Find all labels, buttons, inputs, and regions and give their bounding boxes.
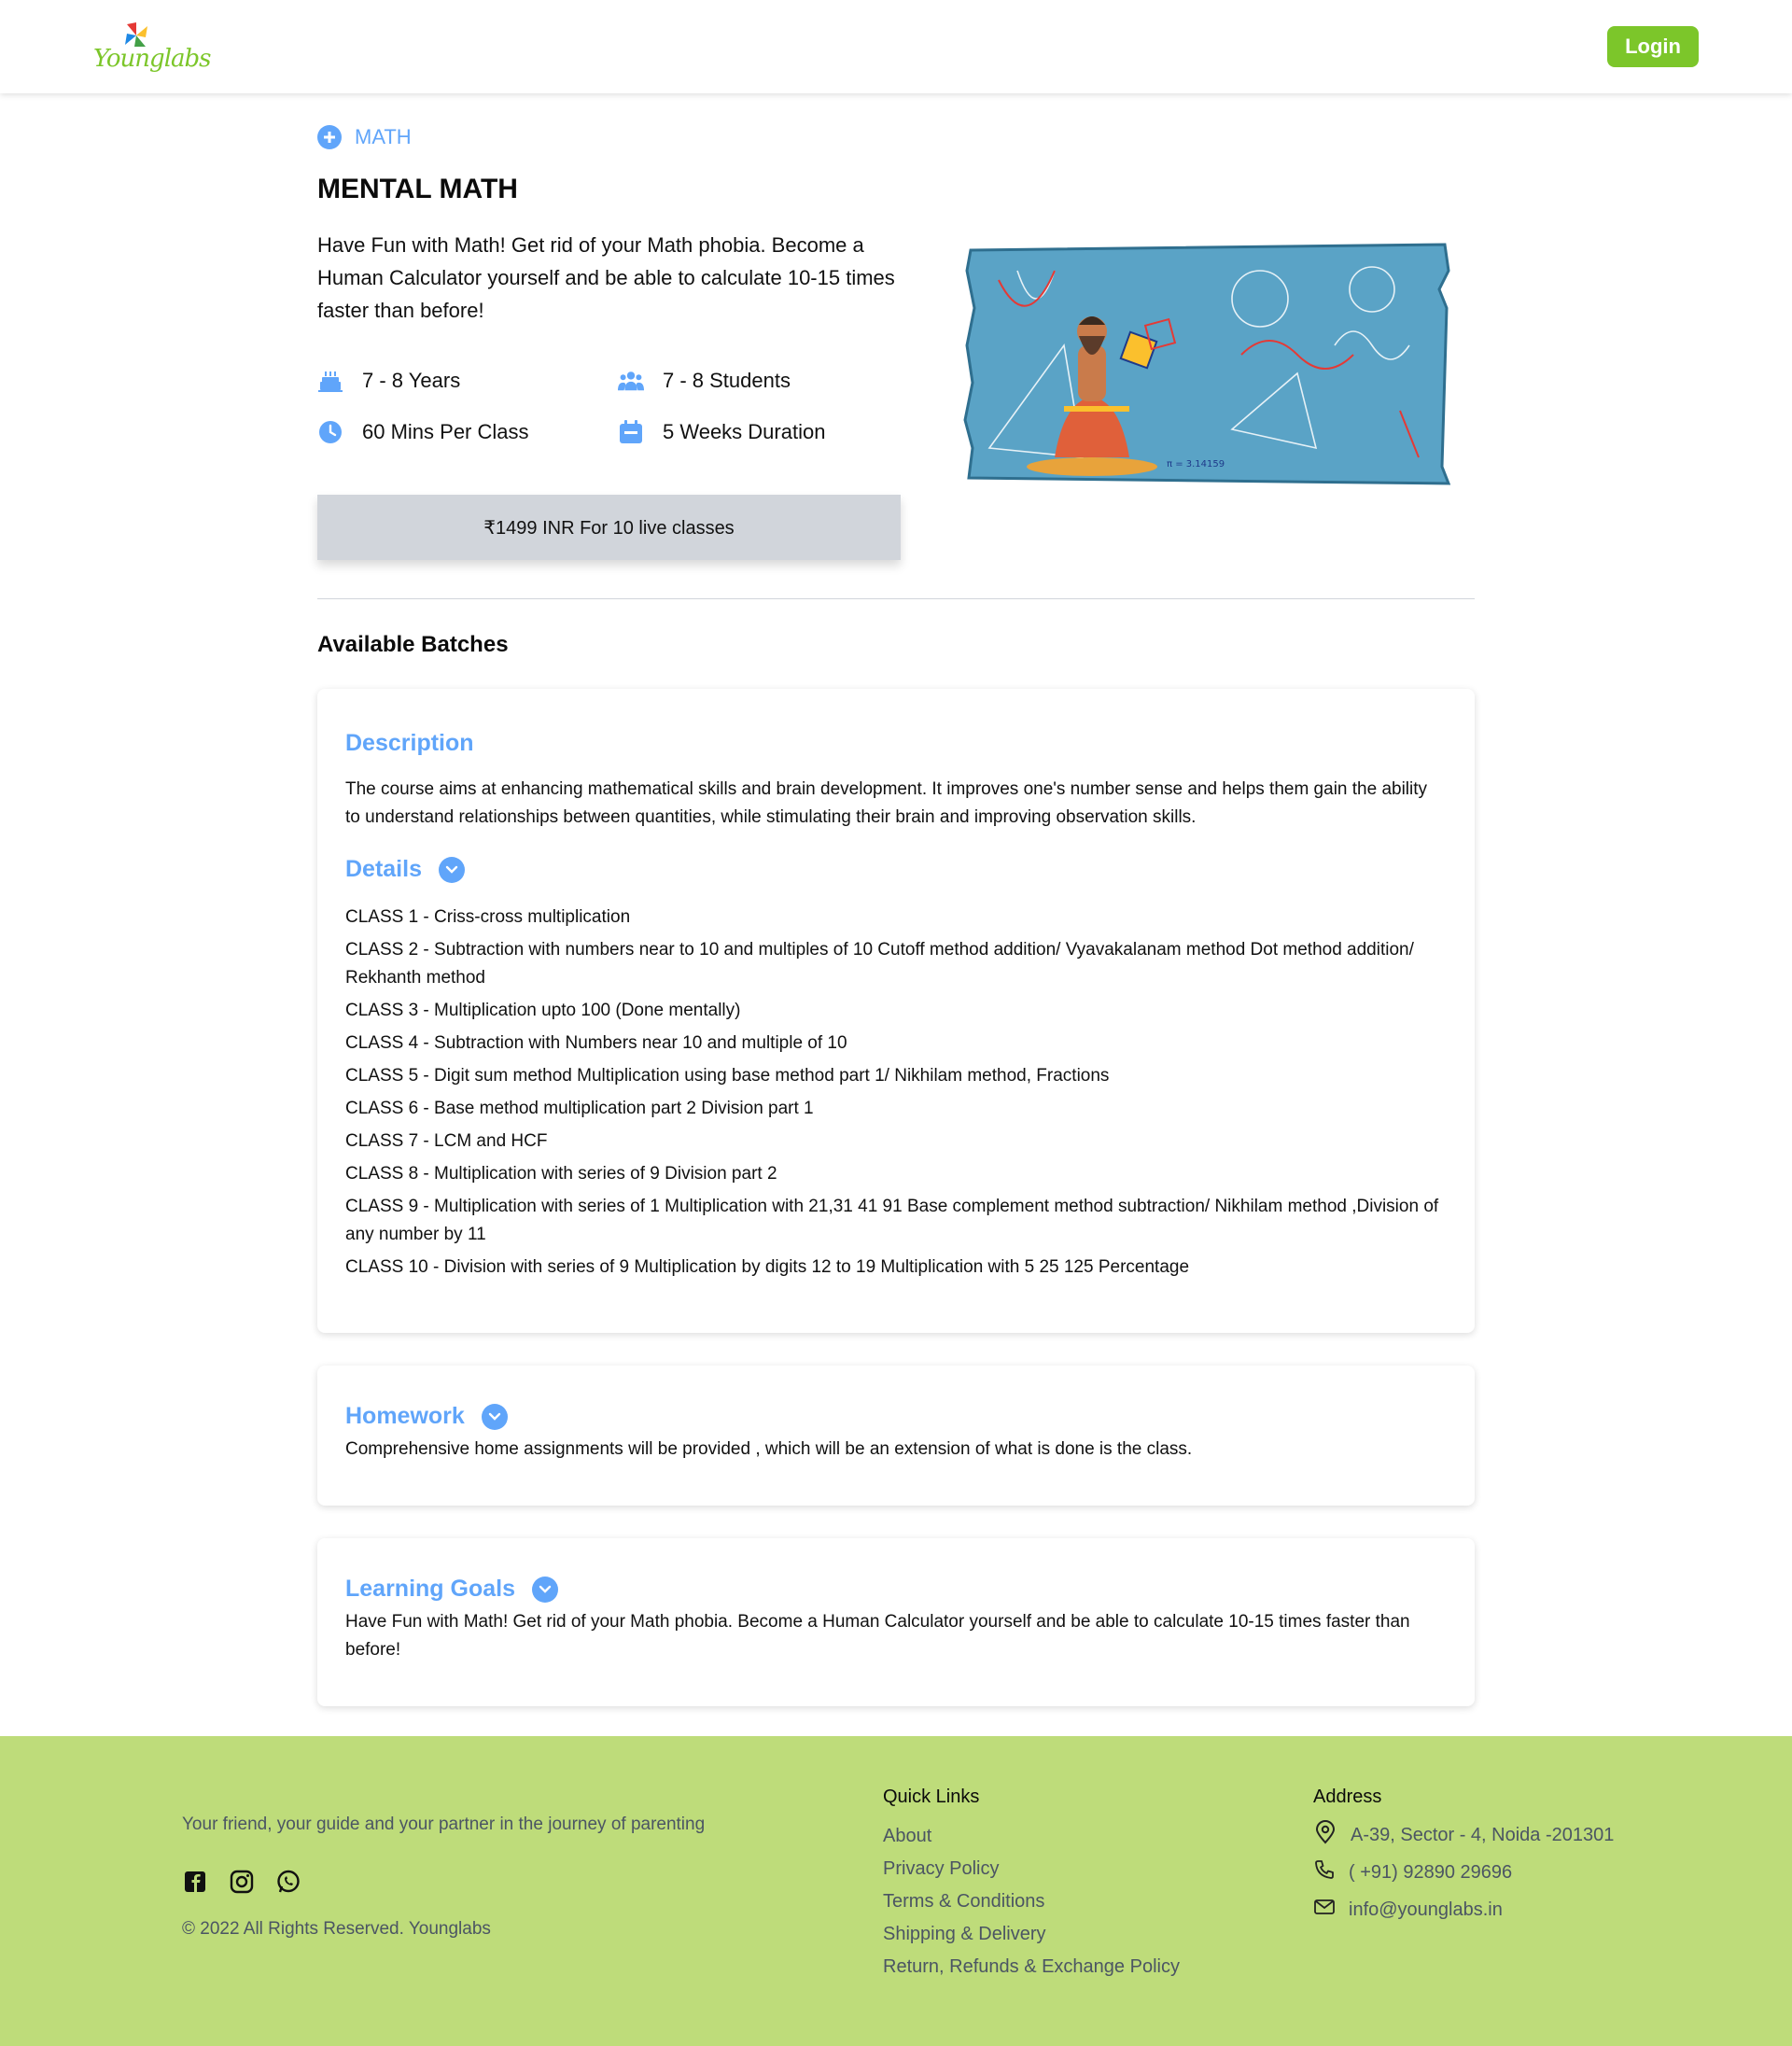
phone-row[interactable]: ( +91) 92890 29696 <box>1313 1854 1614 1891</box>
users-icon <box>618 368 644 394</box>
description-heading: Description <box>345 730 474 756</box>
quick-links-title: Quick Links <box>883 1787 980 1807</box>
age-range: 7 - 8 Years <box>317 368 460 394</box>
login-button[interactable]: Login <box>1607 26 1699 67</box>
learning-goals-toggle[interactable]: Learning Goals <box>345 1576 1447 1603</box>
learning-goals-text: Have Fun with Math! Get rid of your Math… <box>345 1612 1410 1660</box>
class-item: CLASS 1 - Criss-cross multiplication <box>345 907 631 927</box>
email-row[interactable]: info@younglabs.in <box>1313 1891 1614 1928</box>
course-hero-image: π = 3.14159 <box>963 243 1451 485</box>
footer-copyright: © 2022 All Rights Reserved. Younglabs <box>182 1919 491 1939</box>
class-length: 60 Mins Per Class <box>317 419 529 445</box>
description-card: Description The course aims at enhancing… <box>317 689 1475 1333</box>
email-text: info@younglabs.in <box>1349 1899 1503 1920</box>
address-text: A-39, Sector - 4, Noida -201301 <box>1351 1824 1615 1845</box>
chevron-down-icon[interactable] <box>531 1576 558 1603</box>
phone-text: ( +91) 92890 29696 <box>1349 1861 1513 1883</box>
chevron-down-icon[interactable] <box>481 1403 508 1430</box>
address-block: A-39, Sector - 4, Noida -201301 ( +91) 9… <box>1313 1816 1614 1928</box>
footer-link-privacy[interactable]: Privacy Policy <box>883 1853 1180 1885</box>
whatsapp-icon[interactable] <box>275 1869 301 1899</box>
chevron-down-icon[interactable] <box>438 856 465 883</box>
details-toggle[interactable]: Details <box>345 856 1447 883</box>
category-label: MATH <box>355 125 412 148</box>
age-range-text: 7 - 8 Years <box>362 369 461 392</box>
course-duration-text: 5 Weeks Duration <box>663 420 826 443</box>
plus-circle-icon <box>317 125 342 149</box>
footer-link-terms[interactable]: Terms & Conditions <box>883 1885 1180 1918</box>
class-item: CLASS 7 - LCM and HCF <box>345 1131 548 1151</box>
phone-icon <box>1313 1858 1336 1886</box>
class-size-text: 7 - 8 Students <box>663 369 791 392</box>
calendar-icon <box>618 419 644 445</box>
class-item: CLASS 9 - Multiplication with series of … <box>345 1197 1439 1244</box>
price-button[interactable]: ₹1499 INR For 10 live classes <box>317 495 901 560</box>
class-item: CLASS 2 - Subtraction with numbers near … <box>345 940 1414 988</box>
section-divider <box>317 598 1475 599</box>
homework-toggle[interactable]: Homework <box>345 1403 1447 1430</box>
address-row: A-39, Sector - 4, Noida -201301 <box>1313 1816 1614 1854</box>
footer: Your friend, your guide and your partner… <box>0 1736 1792 2046</box>
homework-card: Homework Comprehensive home assignments … <box>317 1366 1475 1506</box>
class-list: CLASS 1 - Criss-cross multiplication CLA… <box>345 904 1447 1282</box>
social-links <box>182 1869 301 1899</box>
class-size: 7 - 8 Students <box>618 368 791 394</box>
footer-link-about[interactable]: About <box>883 1820 1180 1853</box>
clock-icon <box>317 419 343 445</box>
mail-icon <box>1313 1896 1336 1924</box>
available-batches-heading: Available Batches <box>317 632 509 657</box>
class-length-text: 60 Mins Per Class <box>362 420 529 443</box>
footer-link-refunds[interactable]: Return, Refunds & Exchange Policy <box>883 1951 1180 1983</box>
birthday-cake-icon <box>317 368 343 394</box>
learning-goals-card: Learning Goals Have Fun with Math! Get r… <box>317 1538 1475 1706</box>
address-title: Address <box>1313 1787 1382 1807</box>
course-tagline: Have Fun with Math! Get rid of your Math… <box>317 233 895 322</box>
instagram-icon[interactable] <box>229 1869 255 1899</box>
class-item: CLASS 10 - Division with series of 9 Mul… <box>345 1257 1190 1277</box>
class-item: CLASS 6 - Base method multiplication par… <box>345 1099 814 1118</box>
footer-tagline: Your friend, your guide and your partner… <box>182 1815 706 1834</box>
facebook-icon[interactable] <box>182 1869 208 1899</box>
course-category[interactable]: MATH <box>317 125 412 149</box>
details-heading: Details <box>345 856 422 882</box>
homework-heading: Homework <box>345 1403 465 1429</box>
course-title: MENTAL MATH <box>317 174 518 204</box>
younglabs-logo[interactable]: Younglabs <box>93 17 211 77</box>
learning-goals-heading: Learning Goals <box>345 1576 515 1602</box>
class-item: CLASS 5 - Digit sum method Multiplicatio… <box>345 1066 1110 1086</box>
footer-link-shipping[interactable]: Shipping & Delivery <box>883 1918 1180 1951</box>
quick-links-list: About Privacy Policy Terms & Conditions … <box>883 1820 1180 1983</box>
homework-text: Comprehensive home assignments will be p… <box>345 1439 1193 1459</box>
svg-text:π = 3.14159: π = 3.14159 <box>1167 459 1225 469</box>
class-item: CLASS 8 - Multiplication with series of … <box>345 1164 777 1184</box>
class-item: CLASS 3 - Multiplication upto 100 (Done … <box>345 1001 741 1020</box>
description-text: The course aims at enhancing mathematica… <box>345 779 1428 827</box>
logo-text: Younglabs <box>93 45 211 73</box>
class-item: CLASS 4 - Subtraction with Numbers near … <box>345 1033 847 1053</box>
course-duration: 5 Weeks Duration <box>618 419 825 445</box>
header: Younglabs Login <box>0 0 1792 93</box>
map-pin-icon <box>1313 1820 1337 1850</box>
